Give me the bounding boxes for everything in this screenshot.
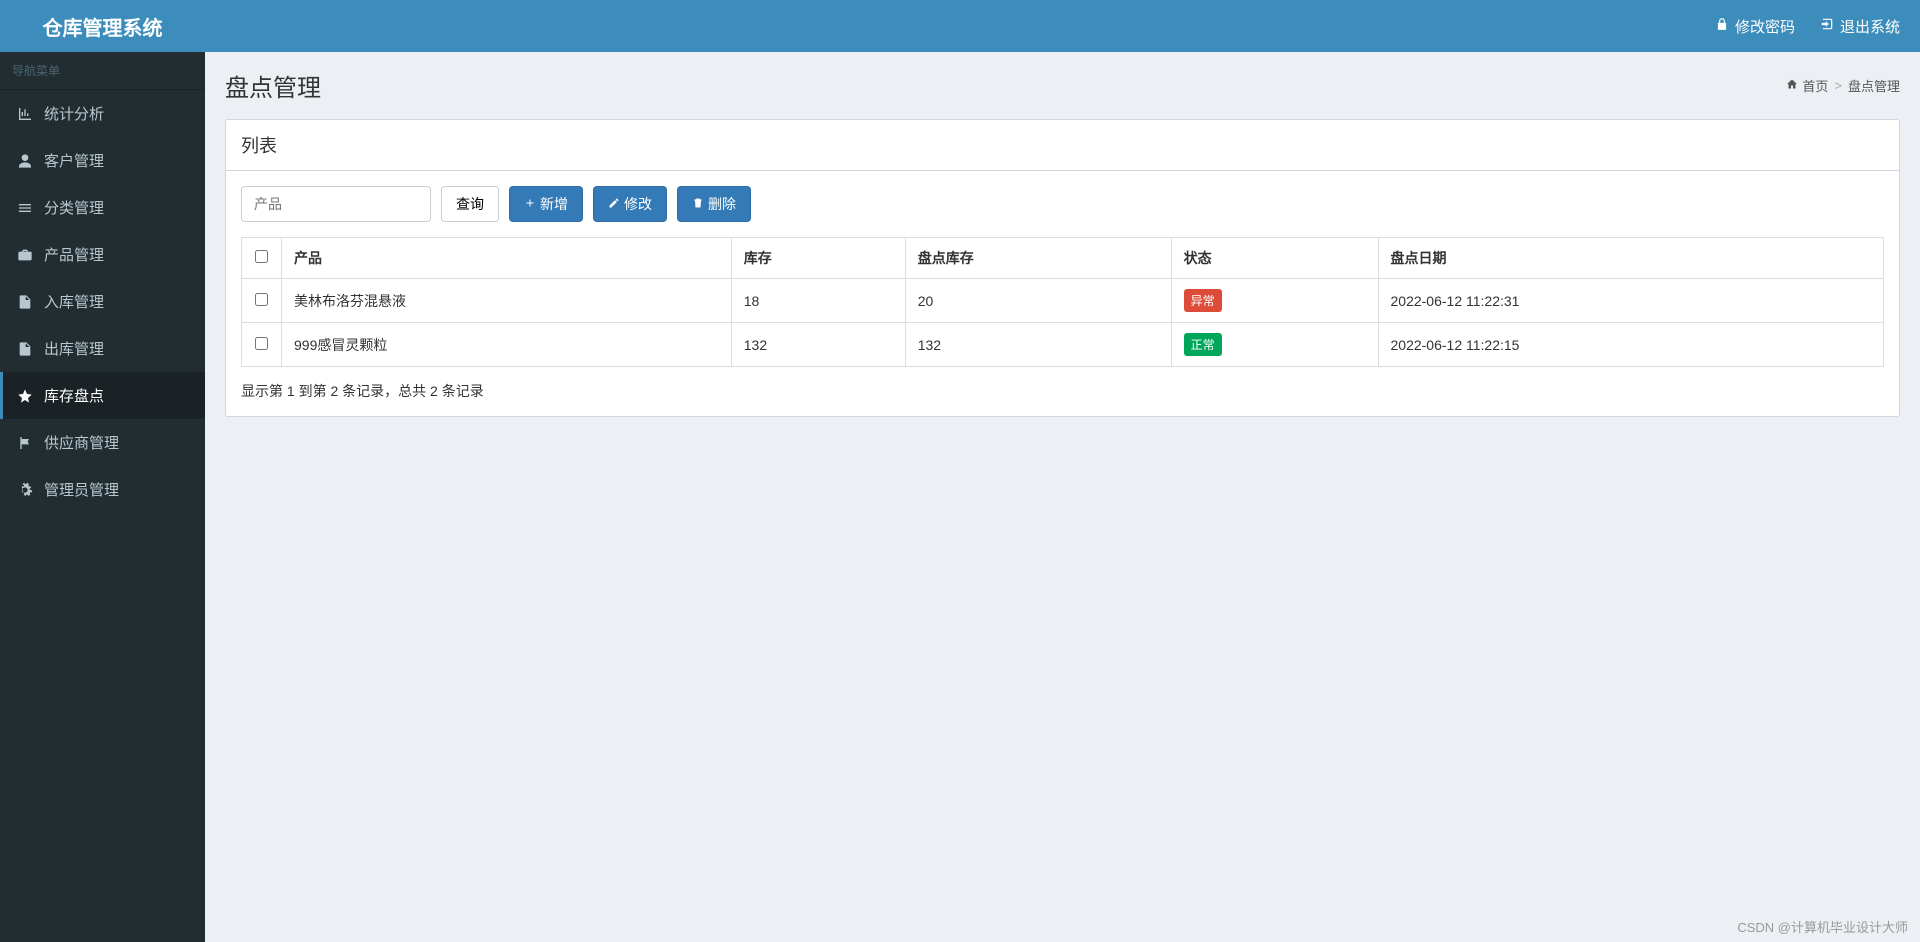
- home-icon: [1786, 78, 1798, 93]
- col-product: 产品: [282, 238, 732, 279]
- lock-icon: [1715, 17, 1729, 35]
- main-content: 盘点管理 首页 > 盘点管理 列表 查询 新增: [205, 52, 1920, 942]
- change-password-label: 修改密码: [1735, 16, 1795, 37]
- page-title: 盘点管理: [225, 68, 321, 103]
- change-password-link[interactable]: 修改密码: [1715, 16, 1795, 37]
- bar-chart-icon: [16, 106, 34, 122]
- col-count-date: 盘点日期: [1378, 238, 1884, 279]
- sidebar-menu-label: 导航菜单: [0, 52, 205, 90]
- cell-status: 异常: [1171, 279, 1378, 323]
- sidebar-item-8[interactable]: 管理员管理: [0, 466, 205, 513]
- edit-label: 修改: [624, 194, 652, 214]
- breadcrumb-home-label: 首页: [1802, 76, 1828, 95]
- select-all-checkbox[interactable]: [255, 250, 268, 263]
- content-header: 盘点管理 首页 > 盘点管理: [205, 52, 1920, 119]
- star-icon: [16, 388, 34, 404]
- file-out-icon: [16, 341, 34, 357]
- delete-label: 删除: [708, 194, 736, 214]
- breadcrumb-home[interactable]: 首页: [1786, 76, 1828, 95]
- cell-date: 2022-06-12 11:22:31: [1378, 279, 1884, 323]
- add-label: 新增: [540, 194, 568, 214]
- sidebar-item-2[interactable]: 分类管理: [0, 184, 205, 231]
- edit-icon: [608, 196, 620, 212]
- sidebar-item-4[interactable]: 入库管理: [0, 278, 205, 325]
- cell-product: 美林布洛芬混悬液: [282, 279, 732, 323]
- col-status: 状态: [1171, 238, 1378, 279]
- header-bar: 仓库管理系统 修改密码 退出系统: [0, 0, 1920, 52]
- sidebar-item-label: 出库管理: [44, 338, 104, 359]
- table-header-row: 产品 库存 盘点库存 状态 盘点日期: [242, 238, 1884, 279]
- row-checkbox[interactable]: [255, 337, 268, 350]
- toolbar: 查询 新增 修改 删除: [241, 186, 1884, 222]
- app-title: 仓库管理系统: [0, 12, 205, 41]
- table-row[interactable]: 999感冒灵颗粒132132正常2022-06-12 11:22:15: [242, 323, 1884, 367]
- edit-button[interactable]: 修改: [593, 186, 667, 222]
- sidebar-item-label: 管理员管理: [44, 479, 119, 500]
- data-table: 产品 库存 盘点库存 状态 盘点日期 美林布洛芬混悬液1820 异常 2022-06…: [241, 237, 1884, 367]
- sidebar-item-label: 客户管理: [44, 150, 104, 171]
- cell-product: 999感冒灵颗粒: [282, 323, 732, 367]
- flag-icon: [16, 435, 34, 451]
- sidebar: 导航菜单 统计分析客户管理分类管理产品管理入库管理出库管理库存盘点供应商管理管理…: [0, 52, 205, 942]
- status-badge: 异常: [1184, 289, 1222, 312]
- panel-header: 列表: [226, 120, 1899, 171]
- sidebar-item-label: 产品管理: [44, 244, 104, 265]
- logout-label: 退出系统: [1840, 16, 1900, 37]
- sidebar-item-0[interactable]: 统计分析: [0, 90, 205, 137]
- file-icon: [16, 294, 34, 310]
- sidebar-item-label: 库存盘点: [44, 385, 104, 406]
- col-count-stock: 盘点库存: [905, 238, 1171, 279]
- pagination-info: 显示第 1 到第 2 条记录，总共 2 条记录: [241, 381, 1884, 401]
- briefcase-icon: [16, 247, 34, 263]
- col-stock: 库存: [731, 238, 905, 279]
- sidebar-item-label: 供应商管理: [44, 432, 119, 453]
- sidebar-item-label: 统计分析: [44, 103, 104, 124]
- sidebar-item-label: 入库管理: [44, 291, 104, 312]
- cell-count-stock: 132: [905, 323, 1171, 367]
- plus-icon: [524, 196, 536, 212]
- cell-count-stock: 20: [905, 279, 1171, 323]
- query-button[interactable]: 查询: [441, 186, 499, 222]
- list-icon: [16, 200, 34, 216]
- sidebar-item-5[interactable]: 出库管理: [0, 325, 205, 372]
- breadcrumb-current: 盘点管理: [1848, 76, 1900, 95]
- sidebar-item-label: 分类管理: [44, 197, 104, 218]
- cell-stock: 132: [731, 323, 905, 367]
- logout-link[interactable]: 退出系统: [1820, 16, 1900, 37]
- add-button[interactable]: 新增: [509, 186, 583, 222]
- table-row[interactable]: 美林布洛芬混悬液1820 异常 2022-06-12 11:22:31: [242, 279, 1884, 323]
- sidebar-item-6[interactable]: 库存盘点: [0, 372, 205, 419]
- sidebar-item-3[interactable]: 产品管理: [0, 231, 205, 278]
- user-icon: [16, 153, 34, 169]
- delete-button[interactable]: 删除: [677, 186, 751, 222]
- row-checkbox[interactable]: [255, 293, 268, 306]
- status-badge: 正常: [1184, 333, 1222, 356]
- sign-out-icon: [1820, 17, 1834, 35]
- sidebar-item-7[interactable]: 供应商管理: [0, 419, 205, 466]
- trash-icon: [692, 196, 704, 212]
- breadcrumb: 首页 > 盘点管理: [1786, 76, 1900, 95]
- list-panel: 列表 查询 新增 修改 删除: [225, 119, 1900, 417]
- header-actions: 修改密码 退出系统: [1715, 16, 1920, 37]
- search-input[interactable]: [241, 186, 431, 222]
- cell-status: 正常: [1171, 323, 1378, 367]
- select-all-header: [242, 238, 282, 279]
- gear-icon: [16, 482, 34, 498]
- sidebar-item-1[interactable]: 客户管理: [0, 137, 205, 184]
- breadcrumb-separator: >: [1834, 78, 1842, 93]
- cell-date: 2022-06-12 11:22:15: [1378, 323, 1884, 367]
- watermark: CSDN @计算机毕业设计大师: [1737, 917, 1908, 936]
- cell-stock: 18: [731, 279, 905, 323]
